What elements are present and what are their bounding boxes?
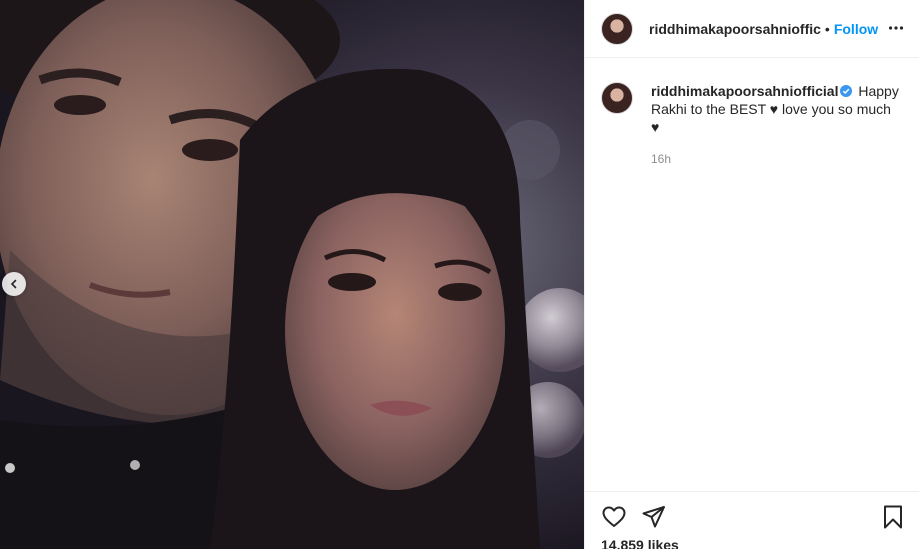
header-separator: • bbox=[824, 20, 830, 37]
caption-line-3: ♥ bbox=[651, 119, 660, 135]
caption-timestamp[interactable]: 16h bbox=[651, 152, 671, 166]
heart-icon[interactable] bbox=[601, 504, 627, 530]
post-side-panel: riddhimakapoorsahnioffic • Follow riddhi… bbox=[584, 0, 919, 549]
chevron-left-icon bbox=[10, 279, 17, 289]
verified-badge-icon bbox=[840, 85, 853, 97]
post-header: riddhimakapoorsahnioffic • Follow bbox=[585, 0, 919, 58]
instagram-post: riddhimakapoorsahnioffic • Follow riddhi… bbox=[0, 0, 919, 549]
caption-text: riddhimakapoorsahniofficial Happy Rakhi … bbox=[651, 82, 901, 136]
caption-comment: riddhimakapoorsahniofficial Happy Rakhi … bbox=[601, 82, 901, 136]
header-username[interactable]: riddhimakapoorsahnioffic bbox=[649, 21, 821, 37]
carousel-prev-button[interactable] bbox=[2, 272, 26, 296]
paper-plane-icon[interactable] bbox=[641, 504, 667, 530]
post-photo[interactable] bbox=[0, 0, 584, 549]
caption-username[interactable]: riddhimakapoorsahniofficial bbox=[651, 83, 838, 99]
avatar[interactable] bbox=[601, 12, 633, 45]
action-bar bbox=[585, 491, 919, 541]
likes-count[interactable]: 14,859 likes bbox=[601, 537, 679, 549]
follow-button[interactable]: Follow bbox=[834, 21, 878, 37]
caption-line-2: Rakhi to the BEST ♥ love you so much bbox=[651, 101, 891, 117]
caption-line-1: Happy bbox=[858, 83, 899, 99]
more-options-icon[interactable] bbox=[888, 20, 904, 36]
caption-avatar[interactable] bbox=[601, 82, 633, 114]
selfie-image bbox=[0, 0, 584, 549]
bookmark-icon[interactable] bbox=[880, 504, 906, 530]
